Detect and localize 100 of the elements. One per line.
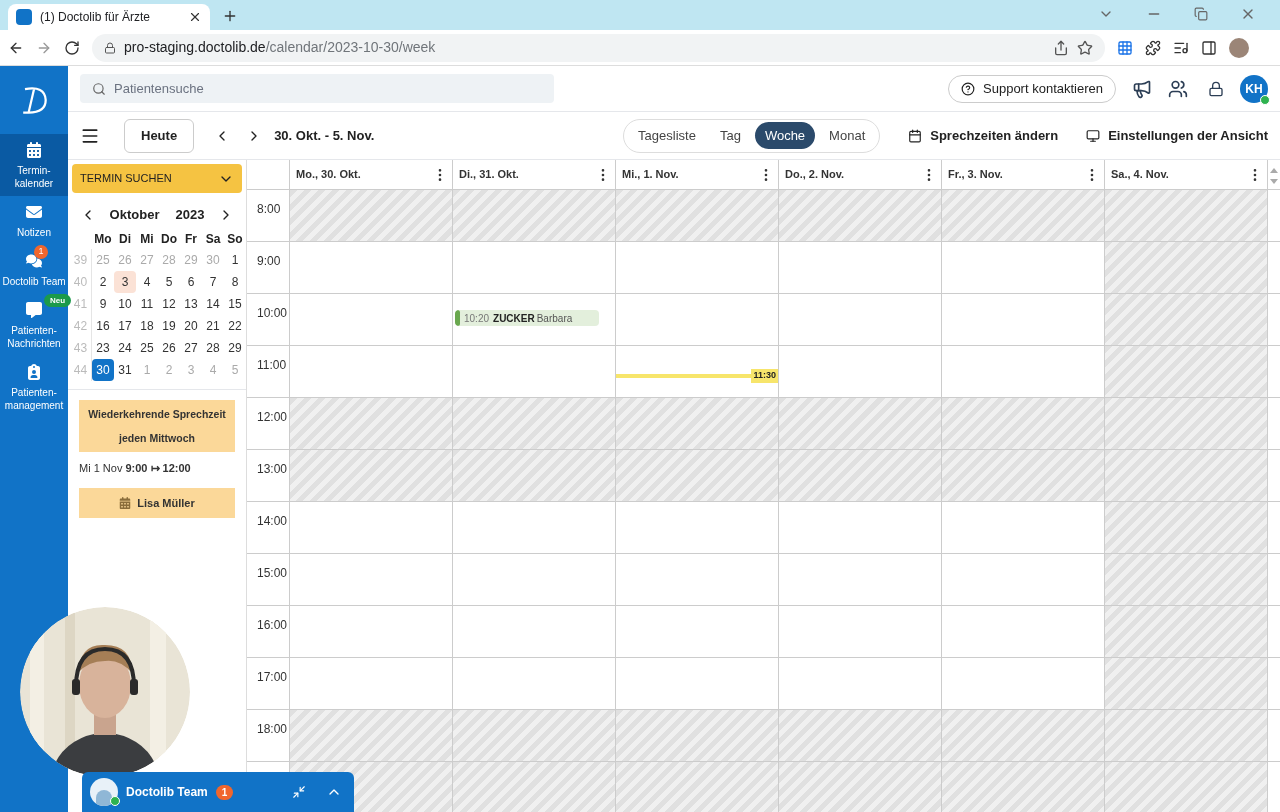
chat-title: Doctolib Team [126, 784, 208, 801]
view-tab[interactable]: Monat [819, 122, 876, 149]
megaphone-icon[interactable] [1132, 78, 1152, 99]
sidebar-label: Doctolib Team [2, 275, 66, 288]
sidebar-label: Termin- kalender [14, 164, 54, 190]
minimize-icon[interactable] [292, 785, 306, 799]
calendar-day[interactable]: 26 [158, 336, 180, 359]
calendar-day[interactable]: 17 [114, 314, 136, 337]
calendar-day[interactable]: 24 [114, 336, 136, 359]
day-header: Di., 31. Okt. [459, 167, 519, 183]
view-tab[interactable]: Tagesliste [628, 122, 706, 149]
chat-dialog[interactable]: Doctolib Team 1 [82, 772, 354, 812]
calendar-icon [26, 142, 42, 158]
speech-bubble-icon [26, 302, 42, 318]
users-icon[interactable] [1168, 78, 1188, 99]
search-field[interactable]: Patientensuche [80, 74, 554, 103]
calendar-day[interactable]: 29 [224, 336, 246, 359]
week-number: 40 [70, 270, 92, 293]
day-header: Mo., 30. Okt. [296, 167, 361, 183]
calendar-day[interactable]: 10 [114, 292, 136, 315]
appointment[interactable]: 10:20 ZUCKER Barbara [455, 310, 599, 326]
new-tab-icon[interactable] [222, 8, 238, 24]
calendar-day[interactable]: 11 [136, 292, 158, 315]
calendar-day[interactable]: 6 [180, 270, 202, 293]
restore-icon[interactable] [1194, 7, 1208, 21]
view-tab[interactable]: Woche [754, 122, 816, 149]
calendar-day[interactable]: 21 [202, 314, 224, 337]
week-number: 41 [70, 292, 92, 315]
view-tab[interactable]: Tag [709, 122, 751, 149]
appointment-time: 10:20 [464, 311, 490, 326]
calendar-day[interactable]: 15 [224, 292, 246, 315]
calendar-day[interactable]: 14 [202, 292, 224, 315]
calendar-day[interactable]: 19 [158, 314, 180, 337]
practitioner-button[interactable]: Lisa Müller [79, 488, 235, 518]
day-header: Do., 2. Nov. [785, 167, 845, 183]
calendar-day[interactable]: 3 [114, 270, 136, 293]
find-appointment-button[interactable]: TERMIN SUCHEN [72, 164, 242, 193]
clipboard-person-icon [26, 364, 42, 380]
calendar-day[interactable]: 2 [92, 270, 114, 293]
search-input[interactable]: Patientensuche [114, 78, 542, 99]
grid-icon[interactable] [1117, 39, 1133, 56]
calendar-day[interactable]: 5 [158, 270, 180, 293]
time-slot[interactable]: 11:30 [616, 346, 779, 397]
side-panel-icon[interactable] [1201, 39, 1217, 56]
calendar-day[interactable]: 25 [136, 336, 158, 359]
team-avatar-icon [90, 778, 118, 806]
tab-title: (1) Doctolib für Ärzte [40, 9, 152, 26]
sidebar-item[interactable]: Termin- kalender [0, 134, 68, 196]
user-avatar[interactable]: KH [1240, 74, 1268, 103]
calendar-day[interactable]: 1 [224, 248, 246, 271]
hour-label: 12:00 [257, 410, 288, 424]
address-bar[interactable]: pro-staging.doctolib.de/calendar/2023-10-30/week [92, 33, 1105, 62]
calendar-icon [119, 497, 132, 509]
scroll-up-icon[interactable] [1270, 168, 1278, 173]
recurring-time: Mi 1 Nov 9:00 ↦ 12:00 [79, 460, 192, 476]
hour-label: 11:00 [257, 358, 287, 372]
profile-avatar[interactable] [1229, 37, 1249, 58]
close-icon[interactable] [188, 10, 202, 24]
calendar-day[interactable]: 22 [224, 314, 246, 337]
year-label: 2023 [175, 206, 205, 224]
time-slot[interactable]: 10:20 ZUCKER Barbara [453, 294, 616, 345]
calendar-day[interactable]: 23 [92, 336, 114, 359]
week-number: 43 [70, 336, 92, 359]
calendar-day[interactable]: 28 [202, 336, 224, 359]
bookmark-star-icon[interactable] [1077, 39, 1093, 56]
lock-icon[interactable] [1208, 80, 1224, 97]
week-number: 39 [70, 248, 92, 271]
today-button[interactable]: Heute [124, 118, 195, 153]
calendar-day[interactable]: 18 [136, 314, 158, 337]
calendar-day[interactable]: 20 [180, 314, 202, 337]
lock-icon [104, 41, 116, 54]
puzzle-icon[interactable] [1145, 39, 1161, 56]
search-icon [92, 81, 106, 96]
weekday-label: Do [160, 230, 178, 248]
sidebar-item[interactable]: 1 Doctolib Team [0, 245, 68, 294]
patient-last-name: ZUCKER [493, 311, 535, 326]
reload-icon[interactable] [64, 39, 80, 56]
calendar-day[interactable]: 30 [92, 358, 114, 381]
sidebar-item[interactable]: Notizen [0, 196, 68, 245]
sidebar-item[interactable]: Patienten- management [0, 356, 68, 418]
scroll-down-icon[interactable] [1270, 179, 1278, 184]
weekday-label: Sa [204, 230, 222, 248]
hour-label: 14:00 [257, 514, 288, 528]
calendar-day[interactable]: 12 [158, 292, 180, 315]
calendar-day[interactable]: 16 [92, 314, 114, 337]
toolbar-action[interactable]: Sprechzeiten ändern [908, 125, 1059, 146]
browser-tab[interactable]: (1) Doctolib für Ärzte [8, 4, 210, 30]
calendar-day[interactable]: 31 [114, 358, 136, 381]
calendar-day[interactable]: 7 [202, 270, 224, 293]
hour-label: 18:00 [257, 722, 288, 736]
calendar-day[interactable]: 8 [224, 270, 246, 293]
calendar-day[interactable]: 4 [136, 270, 158, 293]
calendar-day[interactable]: 13 [180, 292, 202, 315]
calendar-day[interactable]: 9 [92, 292, 114, 315]
month-label: Oktober [109, 206, 160, 224]
share-icon[interactable] [1053, 39, 1069, 56]
date-range: 30. Okt. - 5. Nov. [274, 126, 375, 145]
calendar-day[interactable]: 27 [180, 336, 202, 359]
weekday-label: Mi [139, 230, 155, 248]
toolbar-action[interactable]: Einstellungen der Ansicht [1086, 125, 1268, 146]
